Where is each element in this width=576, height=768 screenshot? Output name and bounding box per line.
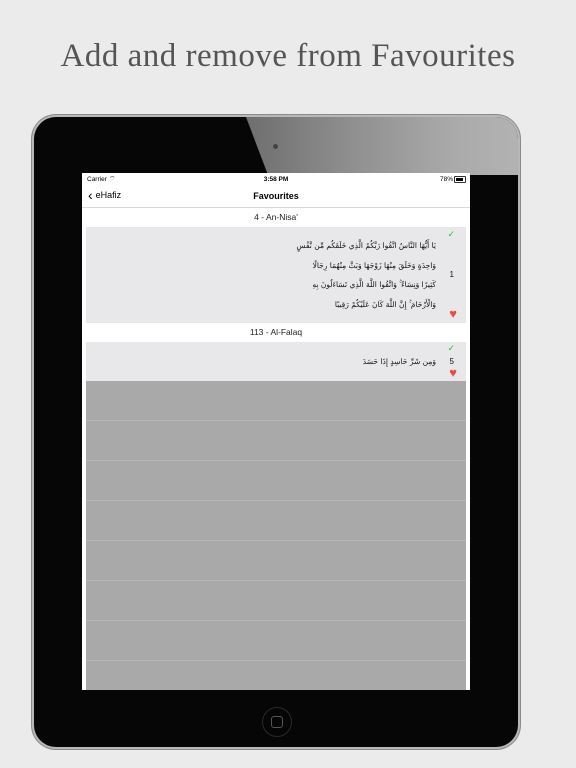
battery-icon bbox=[454, 176, 466, 183]
heart-icon[interactable]: ♥ bbox=[449, 366, 457, 379]
app-screen: Carrier ⌔ 3:58 PM 78% ‹ eHafiz Favourite… bbox=[82, 173, 470, 690]
ipad-device-frame: Carrier ⌔ 3:58 PM 78% ‹ eHafiz Favourite… bbox=[34, 117, 518, 747]
home-square-icon bbox=[271, 716, 283, 728]
home-button[interactable] bbox=[262, 707, 292, 737]
promo-headline: Add and remove from Favourites bbox=[60, 38, 516, 74]
status-bar: Carrier ⌔ 3:58 PM 78% bbox=[82, 173, 470, 185]
verse-arabic-text: يَا أَيُّهَا النَّاسُ اتَّقُوا رَبَّكُمُ… bbox=[296, 241, 436, 309]
verse-number: 1 bbox=[449, 270, 454, 279]
section-header-an-nisa: 4 - An-Nisa' bbox=[82, 208, 470, 227]
screen-glare bbox=[246, 117, 518, 175]
empty-list-area bbox=[86, 381, 466, 690]
heart-icon[interactable]: ♥ bbox=[449, 307, 457, 320]
status-time: 3:58 PM bbox=[263, 176, 289, 183]
check-icon[interactable]: ✓ bbox=[447, 229, 455, 240]
section-header-al-falaq: 113 - Al-Falaq bbox=[82, 323, 470, 342]
check-icon[interactable]: ✓ bbox=[447, 343, 455, 354]
navigation-bar: ‹ eHafiz Favourites bbox=[82, 185, 470, 208]
page-title: Favourites bbox=[253, 191, 299, 201]
verse-arabic-text: وَمِن شَرِّ حَاسِدٍ إِذَا حَسَدَ bbox=[362, 357, 436, 366]
verse-row[interactable]: ✓ وَمِن شَرِّ حَاسِدٍ إِذَا حَسَدَ 5 ♥ bbox=[86, 342, 466, 381]
battery-percent: 78% bbox=[439, 176, 453, 183]
front-camera bbox=[273, 144, 278, 149]
verse-row[interactable]: ✓ يَا أَيُّهَا النَّاسُ اتَّقُوا رَبَّكُ… bbox=[86, 227, 466, 323]
